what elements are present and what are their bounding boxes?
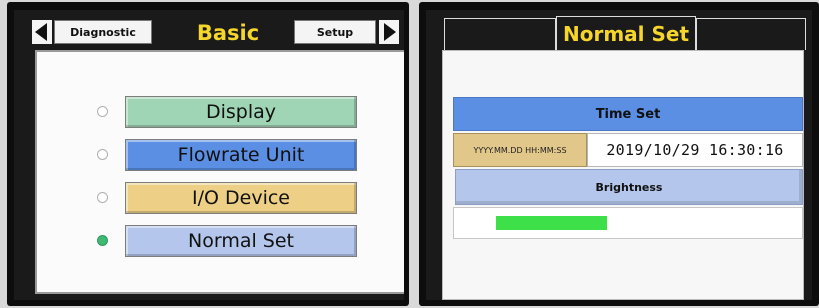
triangle-left-icon[interactable] — [32, 20, 52, 44]
basic-screen: Diagnostic Basic Setup Display Flowrate … — [14, 10, 404, 300]
time-set-header[interactable]: Time Set — [453, 97, 803, 131]
time-value-field[interactable]: 2019/10/29 16:30:16 — [587, 133, 803, 167]
radio-normal-set[interactable] — [97, 235, 108, 246]
flowrate-unit-button[interactable]: Flowrate Unit — [125, 139, 357, 171]
brightness-fill — [496, 216, 607, 230]
normal-set-button[interactable]: Normal Set — [125, 225, 357, 257]
radio-flowrate-unit[interactable] — [97, 149, 108, 160]
radio-display[interactable] — [97, 106, 108, 117]
tab-right-placeholder — [696, 18, 806, 50]
brightness-slider[interactable] — [453, 207, 803, 239]
radio-io-device[interactable] — [97, 192, 108, 203]
tab-setup[interactable]: Setup — [294, 20, 376, 44]
page-title: Normal Set — [556, 16, 696, 50]
normal-set-panel: Time Set YYYY.MM.DD HH:MM:SS 2019/10/29 … — [442, 50, 804, 300]
time-format-label: YYYY.MM.DD HH:MM:SS — [453, 133, 587, 167]
normal-set-screen: Normal Set Time Set YYYY.MM.DD HH:MM:SS … — [426, 10, 812, 300]
basic-menu-panel: Display Flowrate Unit I/O Device Normal … — [35, 50, 404, 294]
page-title: Basic — [196, 21, 260, 45]
io-device-button[interactable]: I/O Device — [125, 182, 357, 214]
tab-diagnostic[interactable]: Diagnostic — [54, 20, 152, 44]
brightness-header[interactable]: Brightness — [455, 169, 803, 205]
tab-left-placeholder — [444, 18, 556, 50]
display-button[interactable]: Display — [125, 96, 357, 128]
triangle-right-icon[interactable] — [379, 20, 399, 44]
